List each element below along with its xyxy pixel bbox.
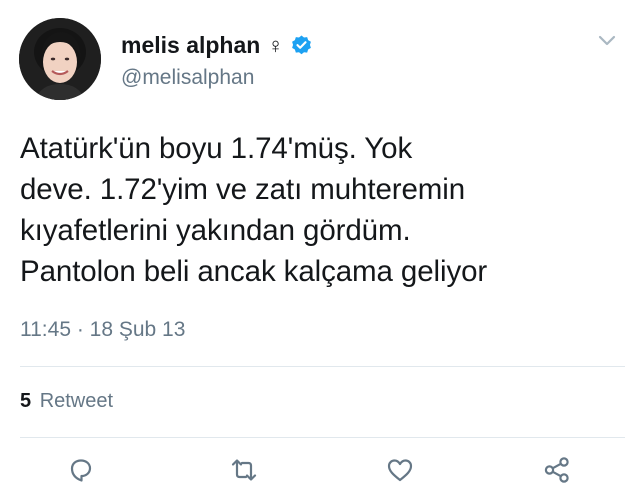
- chevron-down-icon[interactable]: [598, 34, 616, 48]
- divider: [20, 366, 625, 367]
- tweet-text: Atatürk'ün boyu 1.74'müş. Yok deve. 1.72…: [20, 128, 615, 292]
- tweet-text-line: deve. 1.72'yim ve zatı muhteremin: [20, 173, 466, 206]
- verified-badge-icon: [291, 35, 311, 55]
- retweet-label: Retweet: [39, 390, 114, 412]
- tweet-text-line: Atatürk'ün boyu 1.74'müş. Yok: [20, 132, 413, 165]
- tweet-text-line: Pantolon beli ancak kalçama geliyor: [20, 255, 488, 288]
- tweet-text-line: kıyafetlerini yakından gördüm.: [20, 214, 411, 247]
- female-symbol: ♀: [267, 32, 284, 58]
- avatar-photo: [19, 18, 101, 100]
- timestamp[interactable]: 11:45 · 18 Şub 13: [20, 318, 185, 342]
- share-icon[interactable]: [542, 455, 572, 485]
- divider: [20, 437, 625, 438]
- heart-icon[interactable]: [385, 455, 415, 485]
- reply-icon[interactable]: [66, 455, 96, 485]
- retweet-count: 5: [20, 390, 32, 412]
- retweet-icon[interactable]: [229, 455, 259, 485]
- retweet-stats[interactable]: 5 Retweet: [20, 390, 113, 413]
- display-name-row[interactable]: melis alphan ♀: [121, 32, 313, 59]
- avatar[interactable]: [19, 18, 101, 100]
- display-name[interactable]: melis alphan: [121, 32, 260, 59]
- handle[interactable]: @melisalphan: [121, 66, 254, 90]
